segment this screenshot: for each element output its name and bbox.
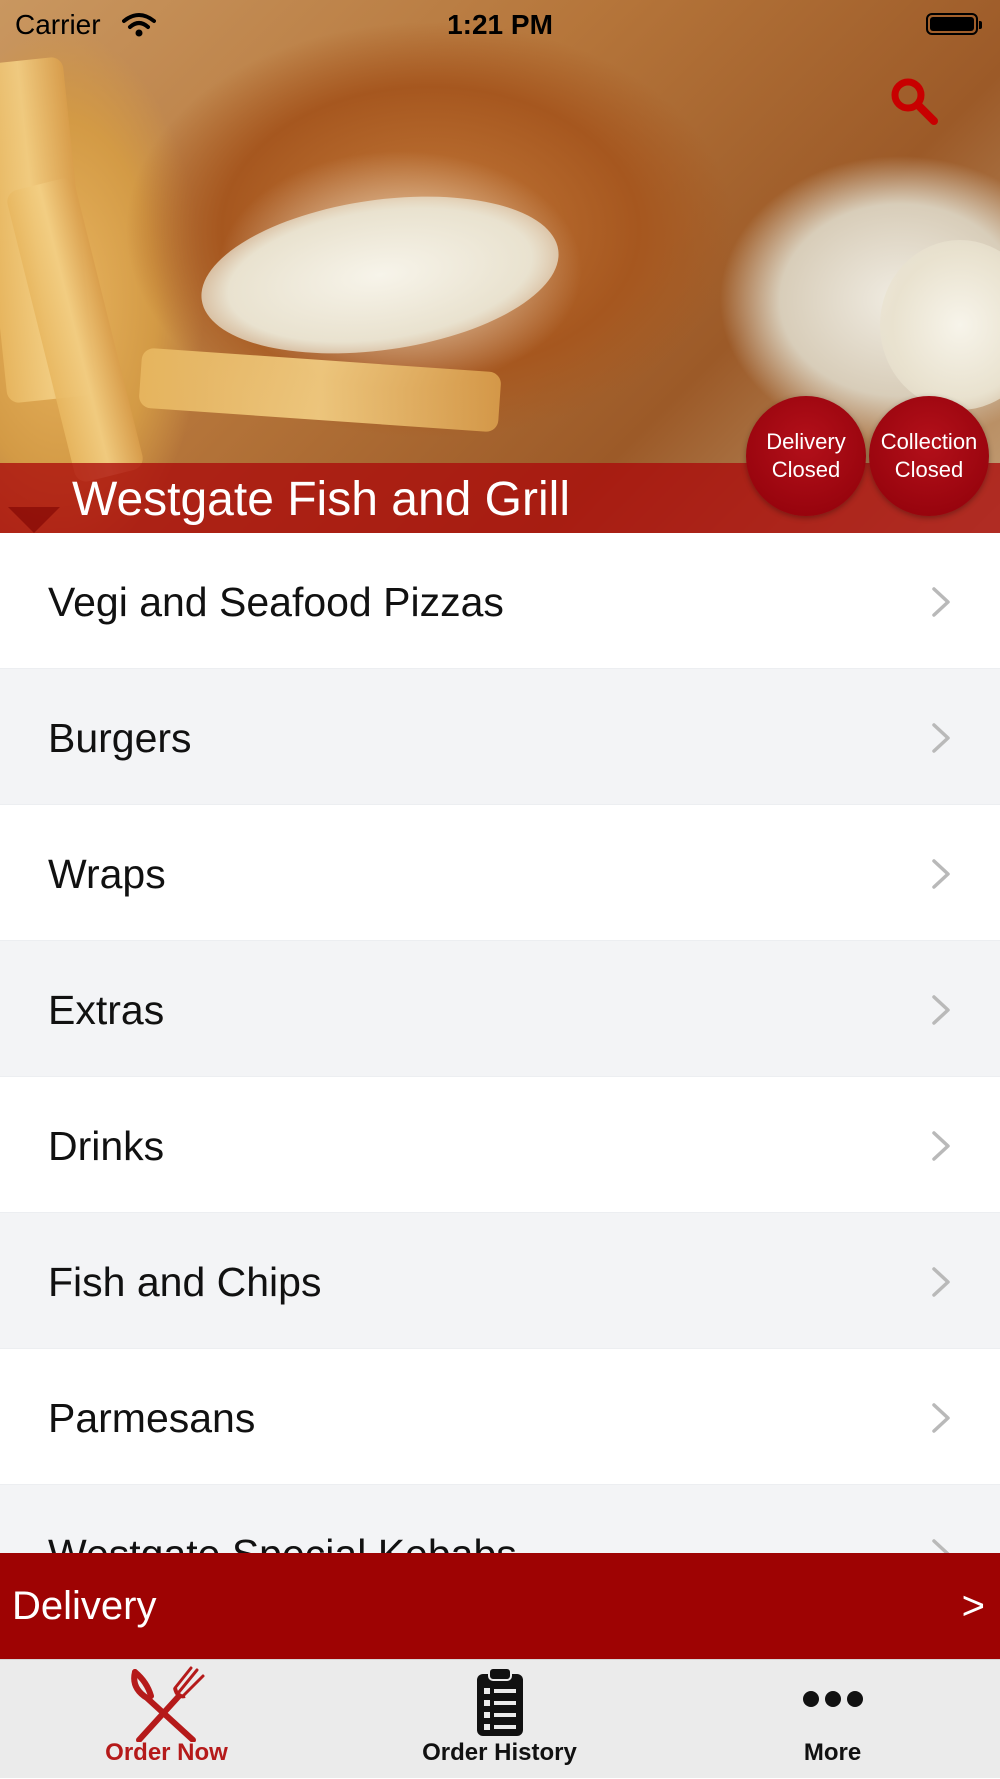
- menu-category-list: Vegi and Seafood Pizzas Burgers Wraps Ex…: [0, 533, 1000, 1553]
- delivery-status-badge: Delivery Closed: [746, 396, 866, 516]
- hero-photo-fish: [880, 240, 1000, 410]
- menu-row-label: Wraps: [48, 851, 166, 897]
- menu-row-label: Parmesans: [48, 1395, 256, 1441]
- menu-row-label: Extras: [48, 987, 165, 1033]
- delivery-mode-arrow: >: [961, 1584, 985, 1628]
- chevron-right-icon: [930, 1538, 952, 1553]
- tab-order-history[interactable]: Order History: [333, 1660, 666, 1779]
- delivery-mode-button[interactable]: Delivery >: [0, 1553, 1000, 1659]
- battery-icon: [926, 13, 982, 35]
- menu-row-fish-and-chips[interactable]: Fish and Chips: [0, 1213, 1000, 1349]
- collection-status-value: Closed: [894, 457, 964, 482]
- menu-row-westgate-special-kebabs[interactable]: Westgate Special Kebabs: [0, 1485, 1000, 1553]
- bottom-tab-bar: Order Now Order History More: [0, 1659, 1000, 1778]
- clipboard-list-icon: [475, 1666, 525, 1743]
- menu-row-label: Drinks: [48, 1123, 165, 1169]
- tab-more[interactable]: More: [666, 1660, 999, 1779]
- clock-time: 1:21 PM: [447, 9, 553, 40]
- chevron-right-icon: [930, 994, 952, 1031]
- hero-banner: Carrier 1:21 PM Westgate Fish and Grill …: [0, 0, 1000, 533]
- hero-photo-fries: [138, 347, 502, 433]
- delivery-status-value: Closed: [771, 457, 841, 482]
- tab-order-now[interactable]: Order Now: [0, 1660, 333, 1779]
- menu-row-extras[interactable]: Extras: [0, 941, 1000, 1077]
- collection-status-label: Collection: [880, 429, 978, 454]
- menu-row-wraps[interactable]: Wraps: [0, 805, 1000, 941]
- chevron-right-icon: [930, 1130, 952, 1167]
- menu-row-label: Burgers: [48, 715, 192, 761]
- tab-label: More: [803, 1739, 862, 1766]
- menu-row-parmesans[interactable]: Parmesans: [0, 1349, 1000, 1485]
- chevron-right-icon: [930, 858, 952, 895]
- chevron-right-icon: [930, 1402, 952, 1439]
- menu-row-burgers[interactable]: Burgers: [0, 669, 1000, 805]
- chevron-right-icon: [930, 586, 952, 623]
- menu-row-vegi-seafood-pizzas[interactable]: Vegi and Seafood Pizzas: [0, 533, 1000, 669]
- collection-status-badge: Collection Closed: [869, 396, 989, 516]
- tab-label: Order Now: [105, 1739, 228, 1766]
- menu-row-label: Vegi and Seafood Pizzas: [48, 579, 504, 625]
- chevron-right-icon: [930, 722, 952, 759]
- more-dots-icon: [802, 1688, 864, 1715]
- menu-row-label: Westgate Special Kebabs: [48, 1531, 517, 1553]
- menu-row-drinks[interactable]: Drinks: [0, 1077, 1000, 1213]
- restaurant-title: Westgate Fish and Grill: [72, 473, 570, 526]
- menu-row-label: Fish and Chips: [48, 1259, 322, 1305]
- chevron-right-icon: [930, 1266, 952, 1303]
- delivery-mode-label: Delivery: [12, 1584, 157, 1628]
- search-icon[interactable]: [888, 75, 940, 132]
- tab-label: Order History: [422, 1739, 577, 1766]
- hero-photo-fish: [191, 175, 569, 375]
- delivery-status-label: Delivery: [766, 429, 846, 454]
- fork-knife-icon: [127, 1666, 207, 1747]
- status-bar: Carrier 1:21 PM: [0, 0, 1000, 52]
- title-band-notch: [8, 507, 60, 533]
